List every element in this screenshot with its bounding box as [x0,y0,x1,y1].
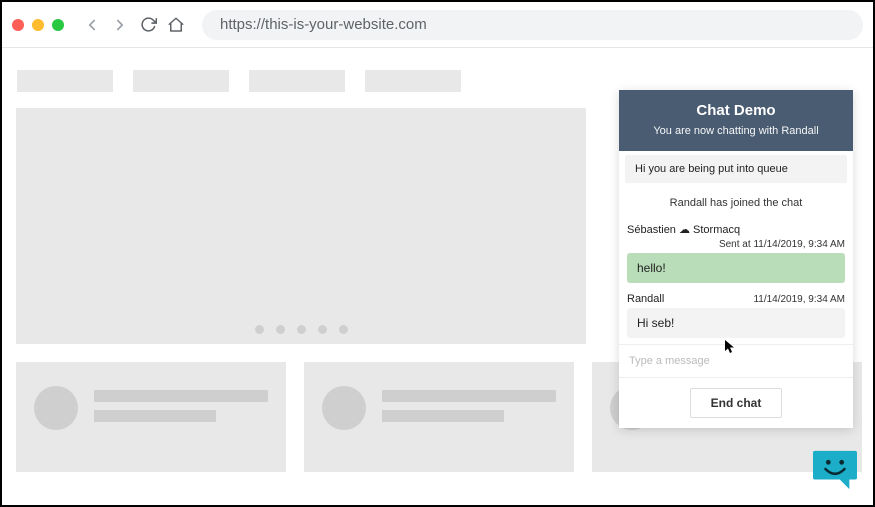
chat-header: Chat Demo You are now chatting with Rand… [619,90,853,151]
system-queue-message: Hi you are being put into queue [625,155,847,183]
chat-title: Chat Demo [627,102,845,119]
nav-placeholder [133,70,229,92]
avatar-placeholder [34,386,78,430]
text-placeholder [94,390,268,402]
close-window-icon[interactable] [12,19,24,31]
carousel-dot[interactable] [339,325,348,334]
nav-placeholder [365,70,461,92]
text-placeholder [382,410,504,422]
carousel-dot[interactable] [297,325,306,334]
carousel-dot[interactable] [255,325,264,334]
window-controls [12,19,64,31]
agent-time: 11/14/2019, 9:34 AM [753,294,845,305]
text-placeholder [94,410,216,422]
address-bar[interactable]: https://this-is-your-website.com [202,10,863,40]
card-placeholder [304,362,574,472]
user-sent-at: Sent at 11/14/2019, 9:34 AM [627,239,845,250]
carousel-dots [16,325,586,334]
maximize-window-icon[interactable] [52,19,64,31]
minimize-window-icon[interactable] [32,19,44,31]
user-message-block: Sébastien ☁ Stormacq Sent at 11/14/2019,… [619,219,853,289]
reload-button[interactable] [138,15,158,35]
chat-input[interactable] [619,344,853,377]
user-name: Sébastien ☁ Stormacq [627,223,740,236]
agent-name: Randall [627,293,664,305]
url-text: https://this-is-your-website.com [220,16,427,33]
chat-subtitle: You are now chatting with Randall [627,125,845,137]
hero-placeholder [16,108,586,344]
user-message-bubble: hello! [627,253,845,283]
nav-placeholder [249,70,345,92]
forward-button[interactable] [110,15,130,35]
chat-footer: End chat [619,377,853,428]
chat-launcher-icon[interactable] [811,447,859,491]
chat-body: Hi you are being put into queue Randall … [619,155,853,344]
system-joined-message: Randall has joined the chat [619,187,853,219]
back-button[interactable] [82,15,102,35]
card-placeholder [16,362,286,472]
avatar-placeholder [322,386,366,430]
agent-message-block: Randall 11/14/2019, 9:34 AM Hi seb! [619,289,853,344]
carousel-dot[interactable] [318,325,327,334]
chat-widget: Chat Demo You are now chatting with Rand… [619,90,853,428]
nav-placeholder-row [12,70,863,92]
nav-placeholder [17,70,113,92]
agent-message-bubble: Hi seb! [627,308,845,338]
text-placeholder [382,390,556,402]
home-button[interactable] [166,15,186,35]
end-chat-button[interactable]: End chat [690,388,783,418]
carousel-dot[interactable] [276,325,285,334]
browser-toolbar: https://this-is-your-website.com [2,2,873,48]
